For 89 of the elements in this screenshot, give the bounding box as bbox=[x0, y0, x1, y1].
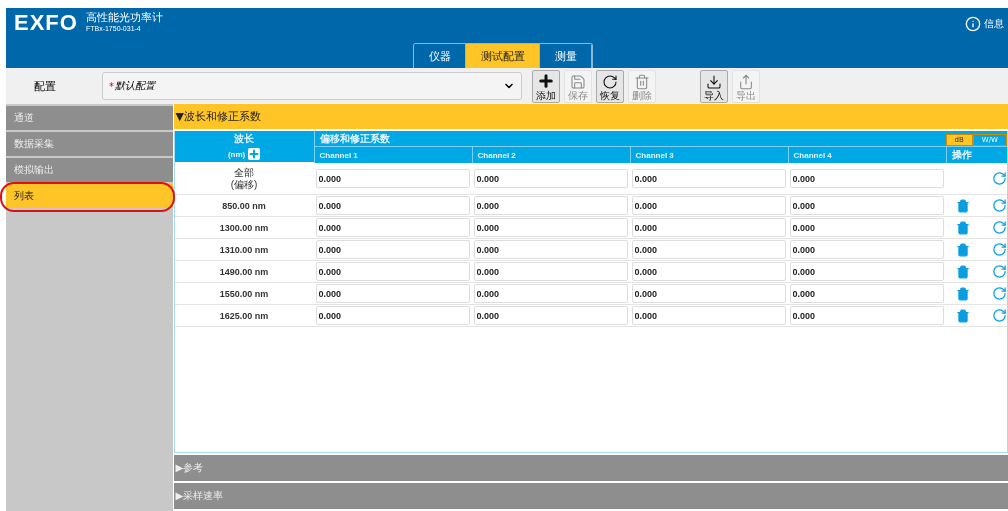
tray-down-arrow-icon bbox=[706, 73, 722, 90]
circular-arrow-icon bbox=[992, 198, 1007, 213]
value-field[interactable]: 0.000 bbox=[789, 218, 944, 237]
wavelength-cell: 1490.00 nm bbox=[219, 265, 269, 278]
value-field[interactable]: 0.000 bbox=[789, 306, 944, 325]
toolbar-button[interactable]: 恢复 bbox=[596, 69, 624, 103]
value-field[interactable]: 0.000 bbox=[473, 240, 628, 259]
value-field[interactable]: 0.000 bbox=[789, 169, 944, 188]
value-field[interactable]: 0.000 bbox=[473, 169, 628, 188]
column-header: 波长 bbox=[174, 131, 314, 146]
trash-icon bbox=[955, 264, 970, 279]
value-field[interactable]: 0.000 bbox=[631, 262, 786, 281]
column-header: 偏移和修正系数 bbox=[313, 131, 946, 146]
value-field[interactable]: 0.000 bbox=[789, 196, 944, 215]
value-field[interactable]: 0.000 bbox=[789, 240, 944, 259]
wavelength-cell: 1310.00 nm bbox=[219, 243, 269, 256]
toolbar-button[interactable]: 添加 bbox=[532, 69, 560, 103]
value-field[interactable]: 0.000 bbox=[315, 218, 470, 237]
wavelength-cell: 850.00 nm bbox=[222, 199, 266, 212]
add-icon[interactable] bbox=[248, 148, 261, 160]
delete-button[interactable] bbox=[955, 286, 970, 301]
value-field[interactable]: 0.000 bbox=[631, 240, 786, 259]
value-field[interactable]: 0.000 bbox=[473, 218, 628, 237]
value-field[interactable]: 0.000 bbox=[631, 218, 786, 237]
reset-button[interactable] bbox=[992, 264, 1007, 279]
delete-button[interactable] bbox=[955, 242, 970, 257]
circular-arrow-icon bbox=[992, 171, 1007, 186]
tab[interactable]: 仪器 bbox=[414, 44, 466, 68]
wavelength-cell: 1550.00 nm bbox=[219, 287, 269, 300]
trash-icon bbox=[955, 242, 970, 257]
trash-icon bbox=[955, 198, 970, 213]
circular-arrow-icon bbox=[602, 73, 618, 90]
circular-arrow-icon bbox=[992, 242, 1007, 257]
wavelength-cell: 全部 bbox=[234, 166, 255, 179]
value-field[interactable]: 0.000 bbox=[631, 306, 786, 325]
value-field[interactable]: 0.000 bbox=[473, 306, 628, 325]
column-header: Channel 3 bbox=[629, 146, 788, 163]
circular-arrow-icon bbox=[992, 264, 1007, 279]
delete-button[interactable] bbox=[955, 264, 970, 279]
value-field[interactable]: 0.000 bbox=[315, 169, 470, 188]
section-header[interactable]: ▼波长和修正系数 bbox=[173, 104, 1008, 129]
circular-arrow-icon bbox=[992, 286, 1007, 301]
config-label: 配置 bbox=[33, 78, 57, 94]
app-title: 高性能光功率计 bbox=[85, 10, 163, 25]
delete-button[interactable] bbox=[955, 308, 970, 323]
value-field[interactable]: 0.000 bbox=[315, 262, 470, 281]
wavelength-cell: 1300.00 nm bbox=[219, 221, 269, 234]
logo: EXFO bbox=[14, 10, 78, 36]
value-field[interactable]: 0.000 bbox=[473, 262, 628, 281]
value-field[interactable]: 0.000 bbox=[789, 262, 944, 281]
value-field[interactable]: 0.000 bbox=[315, 306, 470, 325]
box-up-arrow-icon bbox=[738, 73, 754, 90]
value-field[interactable]: 0.000 bbox=[789, 284, 944, 303]
wavelength-note: (偏移) bbox=[230, 178, 258, 191]
trash-icon bbox=[955, 220, 970, 235]
unit-label: (nm) bbox=[227, 149, 246, 159]
column-header: Channel 4 bbox=[787, 146, 946, 163]
reset-button[interactable] bbox=[992, 220, 1007, 235]
floppy-icon bbox=[570, 73, 586, 90]
column-header: 操作 bbox=[945, 146, 1007, 163]
trash-icon bbox=[955, 308, 970, 323]
value-field[interactable]: 0.000 bbox=[473, 284, 628, 303]
value-field[interactable]: 0.000 bbox=[315, 196, 470, 215]
info-icon bbox=[965, 16, 981, 32]
column-header: Channel 1 bbox=[313, 146, 472, 163]
column-header: Channel 2 bbox=[471, 146, 630, 163]
delete-button[interactable] bbox=[955, 198, 970, 213]
wavelength-cell: 1625.00 nm bbox=[219, 309, 269, 322]
trash-icon bbox=[955, 286, 970, 301]
reset-button[interactable] bbox=[992, 308, 1007, 323]
delete-button[interactable] bbox=[955, 220, 970, 235]
info-button[interactable]: 信息 bbox=[965, 16, 1004, 32]
value-field[interactable]: 0.000 bbox=[315, 240, 470, 259]
tab[interactable]: 测试配置 bbox=[466, 44, 540, 68]
value-field[interactable]: 0.000 bbox=[631, 284, 786, 303]
config-dropdown[interactable]: *默认配置 bbox=[102, 72, 522, 100]
reset-button[interactable] bbox=[992, 242, 1007, 257]
reset-button[interactable] bbox=[992, 198, 1007, 213]
circular-arrow-icon bbox=[992, 308, 1007, 323]
toolbar-button[interactable]: 导入 bbox=[700, 69, 728, 103]
value-field[interactable]: 0.000 bbox=[631, 196, 786, 215]
reset-button[interactable] bbox=[992, 286, 1007, 301]
trash-icon bbox=[634, 73, 650, 90]
plus-icon bbox=[537, 71, 555, 90]
value-field[interactable]: 0.000 bbox=[631, 169, 786, 188]
value-field[interactable]: 0.000 bbox=[315, 284, 470, 303]
circular-arrow-icon bbox=[992, 220, 1007, 235]
reset-button[interactable] bbox=[992, 171, 1007, 186]
value-field[interactable]: 0.000 bbox=[473, 196, 628, 215]
